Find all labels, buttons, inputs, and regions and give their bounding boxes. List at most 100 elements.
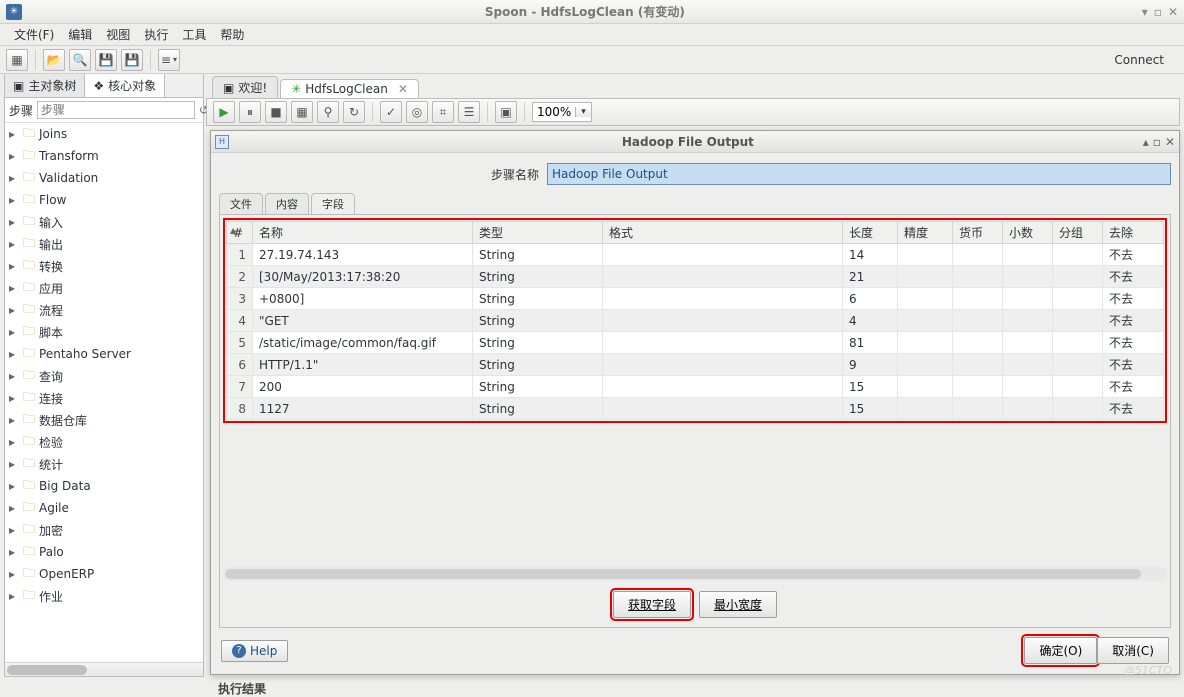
- replay-icon[interactable]: ↻: [343, 101, 365, 123]
- tree-item[interactable]: ▸🗀查询: [5, 365, 203, 387]
- tab-core-objects[interactable]: ❖核心对象: [85, 74, 165, 97]
- subtab-file[interactable]: 文件: [219, 193, 263, 214]
- minimize-icon[interactable]: ▾: [1142, 5, 1148, 19]
- tree-item[interactable]: ▸🗀加密: [5, 519, 203, 541]
- chevron-right-icon: ▸: [9, 215, 19, 229]
- subtab-content[interactable]: 内容: [265, 193, 309, 214]
- dialog-max-icon[interactable]: ▫: [1153, 135, 1161, 149]
- tab-main-tree[interactable]: ▣主对象树: [5, 74, 85, 97]
- col-group[interactable]: 分组: [1053, 222, 1103, 244]
- tree-item[interactable]: ▸🗀作业: [5, 585, 203, 607]
- tree-item[interactable]: ▸🗀统计: [5, 453, 203, 475]
- tree-item[interactable]: ▸🗀Palo: [5, 541, 203, 563]
- col-remove[interactable]: 去除: [1103, 222, 1164, 244]
- subtab-fields[interactable]: 字段: [311, 193, 355, 214]
- menu-run[interactable]: 执行: [138, 24, 174, 45]
- tree-item-label: 输出: [39, 236, 63, 253]
- tree-item[interactable]: ▸🗀连接: [5, 387, 203, 409]
- show-results-icon[interactable]: ▣: [495, 101, 517, 123]
- dialog-rollup-icon[interactable]: ▴: [1143, 135, 1149, 149]
- grid-scrollbar[interactable]: [223, 567, 1167, 581]
- search-input[interactable]: [37, 101, 195, 119]
- table-row[interactable]: 7200String15不去: [227, 376, 1164, 398]
- tree-item[interactable]: ▸🗀输出: [5, 233, 203, 255]
- tree-item[interactable]: ▸🗀Validation: [5, 167, 203, 189]
- folder-icon: 🗀: [23, 190, 35, 211]
- perspective-dropdown[interactable]: ≡: [158, 49, 180, 71]
- cancel-button[interactable]: 取消(C): [1097, 637, 1169, 664]
- save-icon[interactable]: 💾: [95, 49, 117, 71]
- tree-item[interactable]: ▸🗀流程: [5, 299, 203, 321]
- tree-item-label: 应用: [39, 280, 63, 297]
- fields-grid[interactable]: # 名称 类型 格式 长度 精度 货币 小数 分组 去除: [226, 221, 1164, 420]
- tree-item[interactable]: ▸🗀OpenERP: [5, 563, 203, 585]
- help-button[interactable]: ?Help: [221, 640, 288, 662]
- tree-item[interactable]: ▸🗀检验: [5, 431, 203, 453]
- tab-transformation[interactable]: ✳HdfsLogClean✕: [280, 79, 419, 98]
- table-row[interactable]: 2[30/May/2013:17:38:20String21不去: [227, 266, 1164, 288]
- zoom-combo[interactable]: ▾: [532, 102, 592, 122]
- zoom-dropdown-icon[interactable]: ▾: [575, 107, 591, 117]
- tree-item[interactable]: ▸🗀Agile: [5, 497, 203, 519]
- col-type[interactable]: 类型: [473, 222, 603, 244]
- connect-button[interactable]: Connect: [1100, 51, 1178, 69]
- table-row[interactable]: 5/static/image/common/faq.gifString81不去: [227, 332, 1164, 354]
- menubar: 文件(F) 编辑 视图 执行 工具 帮助: [0, 24, 1184, 46]
- new-icon[interactable]: ▦: [6, 49, 28, 71]
- col-decimal[interactable]: 小数: [1003, 222, 1053, 244]
- close-icon[interactable]: ✕: [1168, 5, 1178, 19]
- tree-item-label: 检验: [39, 434, 63, 451]
- menu-view[interactable]: 视图: [100, 24, 136, 45]
- tree-item[interactable]: ▸🗀Transform: [5, 145, 203, 167]
- table-row[interactable]: 127.19.74.143String14不去: [227, 244, 1164, 266]
- step-name-input[interactable]: [547, 163, 1171, 185]
- menu-edit[interactable]: 编辑: [62, 24, 98, 45]
- tab-welcome[interactable]: ▣欢迎!: [212, 76, 278, 98]
- table-row[interactable]: 4"GETString4不去: [227, 310, 1164, 332]
- col-length[interactable]: 长度: [843, 222, 898, 244]
- explore-db-icon[interactable]: ☰: [458, 101, 480, 123]
- explore-icon[interactable]: 🔍: [69, 49, 91, 71]
- tree-item[interactable]: ▸🗀转换: [5, 255, 203, 277]
- col-format[interactable]: 格式: [603, 222, 843, 244]
- tab-close-icon[interactable]: ✕: [398, 82, 408, 96]
- tree-item-label: 作业: [39, 588, 63, 605]
- get-fields-button[interactable]: 获取字段: [613, 591, 691, 618]
- open-icon[interactable]: 📂: [43, 49, 65, 71]
- ok-button[interactable]: 确定(O): [1024, 637, 1097, 664]
- debug-icon[interactable]: ⚲: [317, 101, 339, 123]
- tree-item-label: Transform: [39, 149, 99, 163]
- col-precision[interactable]: 精度: [898, 222, 953, 244]
- table-row[interactable]: 6HTTP/1.1"String9不去: [227, 354, 1164, 376]
- col-name[interactable]: 名称: [253, 222, 473, 244]
- table-row[interactable]: 81127String15不去: [227, 398, 1164, 420]
- menu-file[interactable]: 文件(F): [8, 24, 60, 45]
- maximize-icon[interactable]: ▫: [1154, 5, 1162, 19]
- impact-icon[interactable]: ◎: [406, 101, 428, 123]
- tree-item[interactable]: ▸🗀数据仓库: [5, 409, 203, 431]
- dialog-close-icon[interactable]: ✕: [1165, 135, 1175, 149]
- saveas-icon[interactable]: 💾: [121, 49, 143, 71]
- col-rownum[interactable]: #: [227, 222, 253, 244]
- min-width-button[interactable]: 最小宽度: [699, 591, 777, 618]
- pause-icon[interactable]: ⏸: [239, 101, 261, 123]
- sql-icon[interactable]: ⌗: [432, 101, 454, 123]
- menu-help[interactable]: 帮助: [214, 24, 250, 45]
- run-icon[interactable]: ▶: [213, 101, 235, 123]
- tree-scrollbar[interactable]: [5, 662, 203, 676]
- menu-tools[interactable]: 工具: [176, 24, 212, 45]
- tree-item[interactable]: ▸🗀应用: [5, 277, 203, 299]
- check-icon[interactable]: ✓: [380, 101, 402, 123]
- tree-item[interactable]: ▸🗀Big Data: [5, 475, 203, 497]
- tree-item[interactable]: ▸🗀Joins: [5, 123, 203, 145]
- stop-icon[interactable]: ■: [265, 101, 287, 123]
- steps-tree[interactable]: ▸🗀Joins▸🗀Transform▸🗀Validation▸🗀Flow▸🗀输入…: [5, 123, 203, 662]
- col-currency[interactable]: 货币: [953, 222, 1003, 244]
- table-row[interactable]: 3+0800]String6不去: [227, 288, 1164, 310]
- tree-item[interactable]: ▸🗀脚本: [5, 321, 203, 343]
- zoom-input[interactable]: [533, 103, 575, 121]
- tree-item[interactable]: ▸🗀Pentaho Server: [5, 343, 203, 365]
- preview-icon[interactable]: ▦: [291, 101, 313, 123]
- tree-item[interactable]: ▸🗀Flow: [5, 189, 203, 211]
- tree-item[interactable]: ▸🗀输入: [5, 211, 203, 233]
